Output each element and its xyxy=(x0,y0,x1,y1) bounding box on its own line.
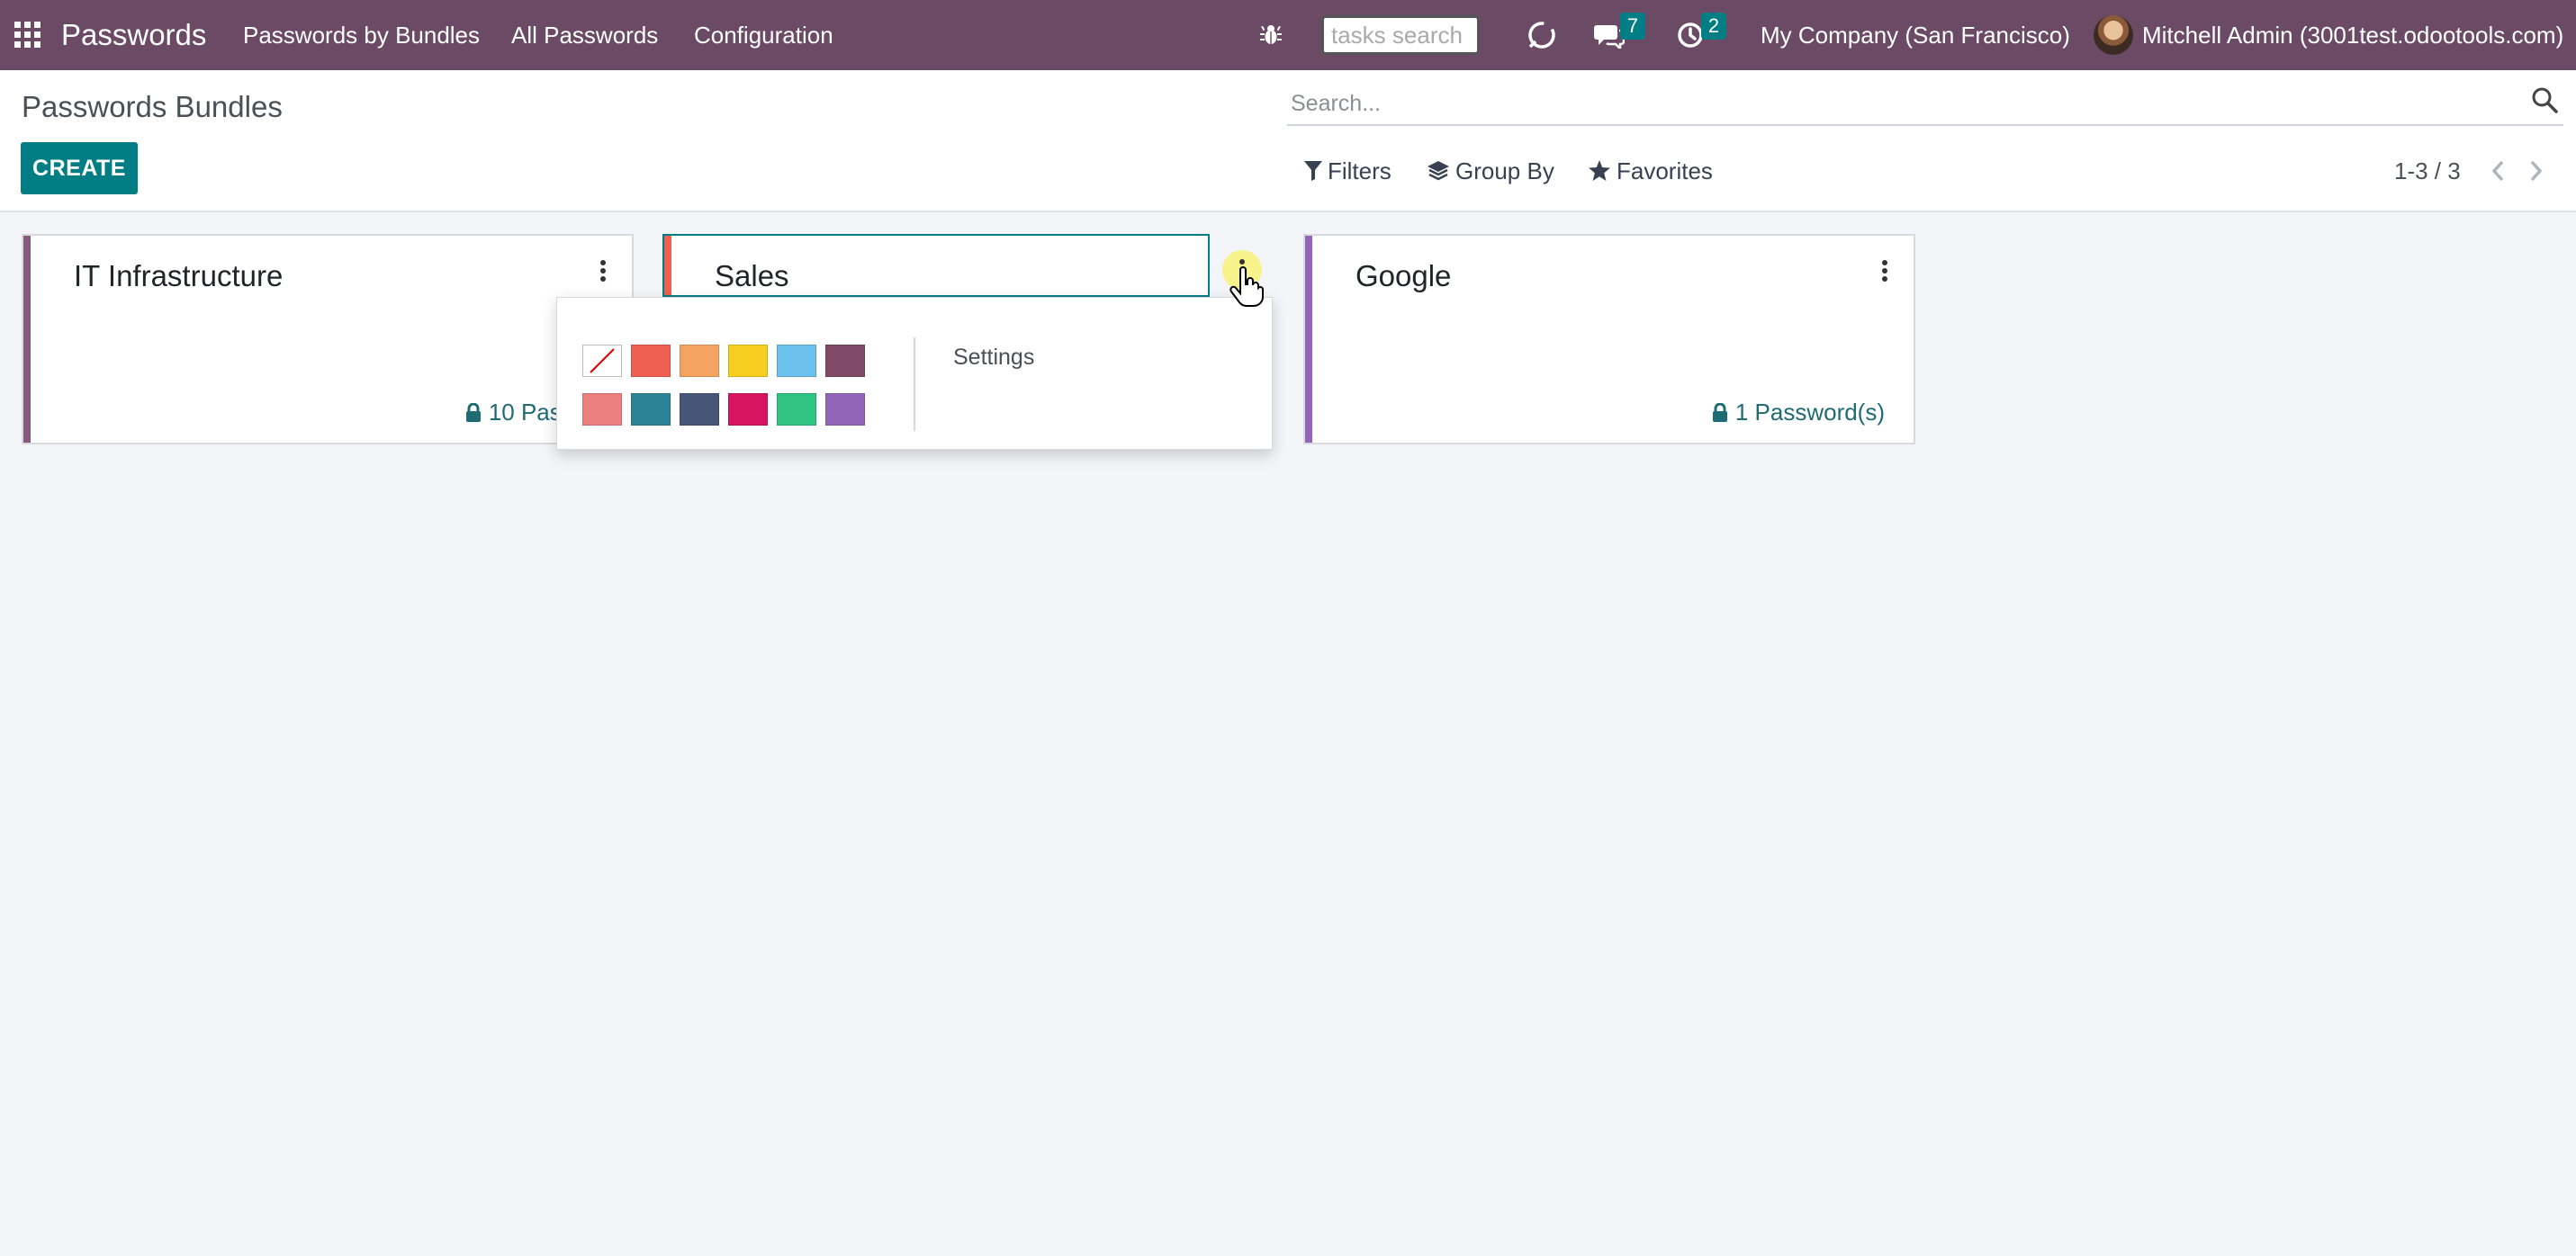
search-input[interactable] xyxy=(1291,86,2461,121)
color-swatch-purple[interactable] xyxy=(825,393,865,426)
color-swatch-dark-purple[interactable] xyxy=(825,345,865,377)
color-swatch-none[interactable] xyxy=(582,345,622,377)
kanban-card-it-infrastructure[interactable]: IT Infrastructure 10 Passwo xyxy=(22,234,634,444)
user-avatar[interactable] xyxy=(2094,15,2133,55)
create-button[interactable]: CREATE xyxy=(21,142,138,194)
filter-icon xyxy=(1304,161,1322,181)
password-count-link[interactable]: 1 Password(s) xyxy=(1712,399,1885,426)
card-title: Google xyxy=(1356,259,1452,292)
card-menu-icon[interactable] xyxy=(594,259,612,295)
dropdown-divider xyxy=(914,337,915,431)
page-title: Passwords Bundles xyxy=(22,90,283,123)
menu-configuration[interactable]: Configuration xyxy=(694,0,833,70)
pager-previous-icon[interactable] xyxy=(2484,153,2511,189)
settings-menu-item[interactable]: Settings xyxy=(953,345,1034,371)
color-swatch-navy[interactable] xyxy=(680,393,719,426)
card-color-bar xyxy=(664,236,671,295)
card-color-bar xyxy=(1305,236,1312,443)
tasks-search-input[interactable] xyxy=(1321,15,1480,55)
card-menu-icon[interactable] xyxy=(1876,259,1894,295)
color-swatch-red[interactable] xyxy=(631,345,671,377)
layers-icon xyxy=(1428,161,1449,181)
app-brand[interactable]: Passwords xyxy=(61,0,206,70)
kanban-card-sales[interactable]: Sales xyxy=(662,234,1210,297)
user-menu[interactable]: Mitchell Admin (3001test.odootools.com) xyxy=(2142,0,2563,70)
hand-cursor-icon xyxy=(1229,266,1264,307)
group-by-button[interactable]: Group By xyxy=(1427,153,1554,189)
star-icon xyxy=(1589,160,1610,181)
color-swatch-teal[interactable] xyxy=(631,393,671,426)
lock-icon xyxy=(465,402,481,422)
color-swatch-light-blue[interactable] xyxy=(777,345,816,377)
favorites-label: Favorites xyxy=(1617,157,1713,184)
card-color-dropdown: Settings xyxy=(556,297,1273,450)
kanban-card-google[interactable]: Google 1 Password(s) xyxy=(1303,234,1915,444)
menu-all-passwords[interactable]: All Passwords xyxy=(511,0,658,70)
pager-value[interactable]: 1-3 / 3 xyxy=(2394,153,2461,189)
card-title: IT Infrastructure xyxy=(74,259,284,292)
color-swatch-salmon[interactable] xyxy=(582,393,622,426)
card-title: Sales xyxy=(715,259,789,292)
pager-next-icon[interactable] xyxy=(2523,153,2550,189)
menu-passwords-by-bundles[interactable]: Passwords by Bundles xyxy=(243,0,480,70)
lock-icon xyxy=(1712,402,1727,422)
filters-label: Filters xyxy=(1328,157,1392,184)
filters-button[interactable]: Filters xyxy=(1304,153,1392,189)
password-count-label: 1 Password(s) xyxy=(1734,399,1885,426)
search-bar xyxy=(1287,81,2563,126)
activity-count-badge: 2 xyxy=(1701,13,1726,40)
search-icon[interactable] xyxy=(2531,86,2562,117)
card-color-bar xyxy=(23,236,31,443)
favorites-button[interactable]: Favorites xyxy=(1588,153,1713,189)
group-by-label: Group By xyxy=(1455,157,1554,184)
color-swatch-yellow[interactable] xyxy=(728,345,768,377)
color-swatch-green[interactable] xyxy=(777,393,816,426)
apps-grid-icon[interactable] xyxy=(14,0,41,70)
color-swatch-magenta[interactable] xyxy=(728,393,768,426)
bug-icon[interactable] xyxy=(1258,0,1283,70)
top-navbar: Passwords Passwords by Bundles All Passw… xyxy=(0,0,2576,70)
voip-icon[interactable] xyxy=(1526,0,1558,70)
chat-count-badge: 7 xyxy=(1620,13,1645,40)
company-switcher[interactable]: My Company (San Francisco) xyxy=(1761,0,2070,70)
color-swatch-orange[interactable] xyxy=(680,345,719,377)
